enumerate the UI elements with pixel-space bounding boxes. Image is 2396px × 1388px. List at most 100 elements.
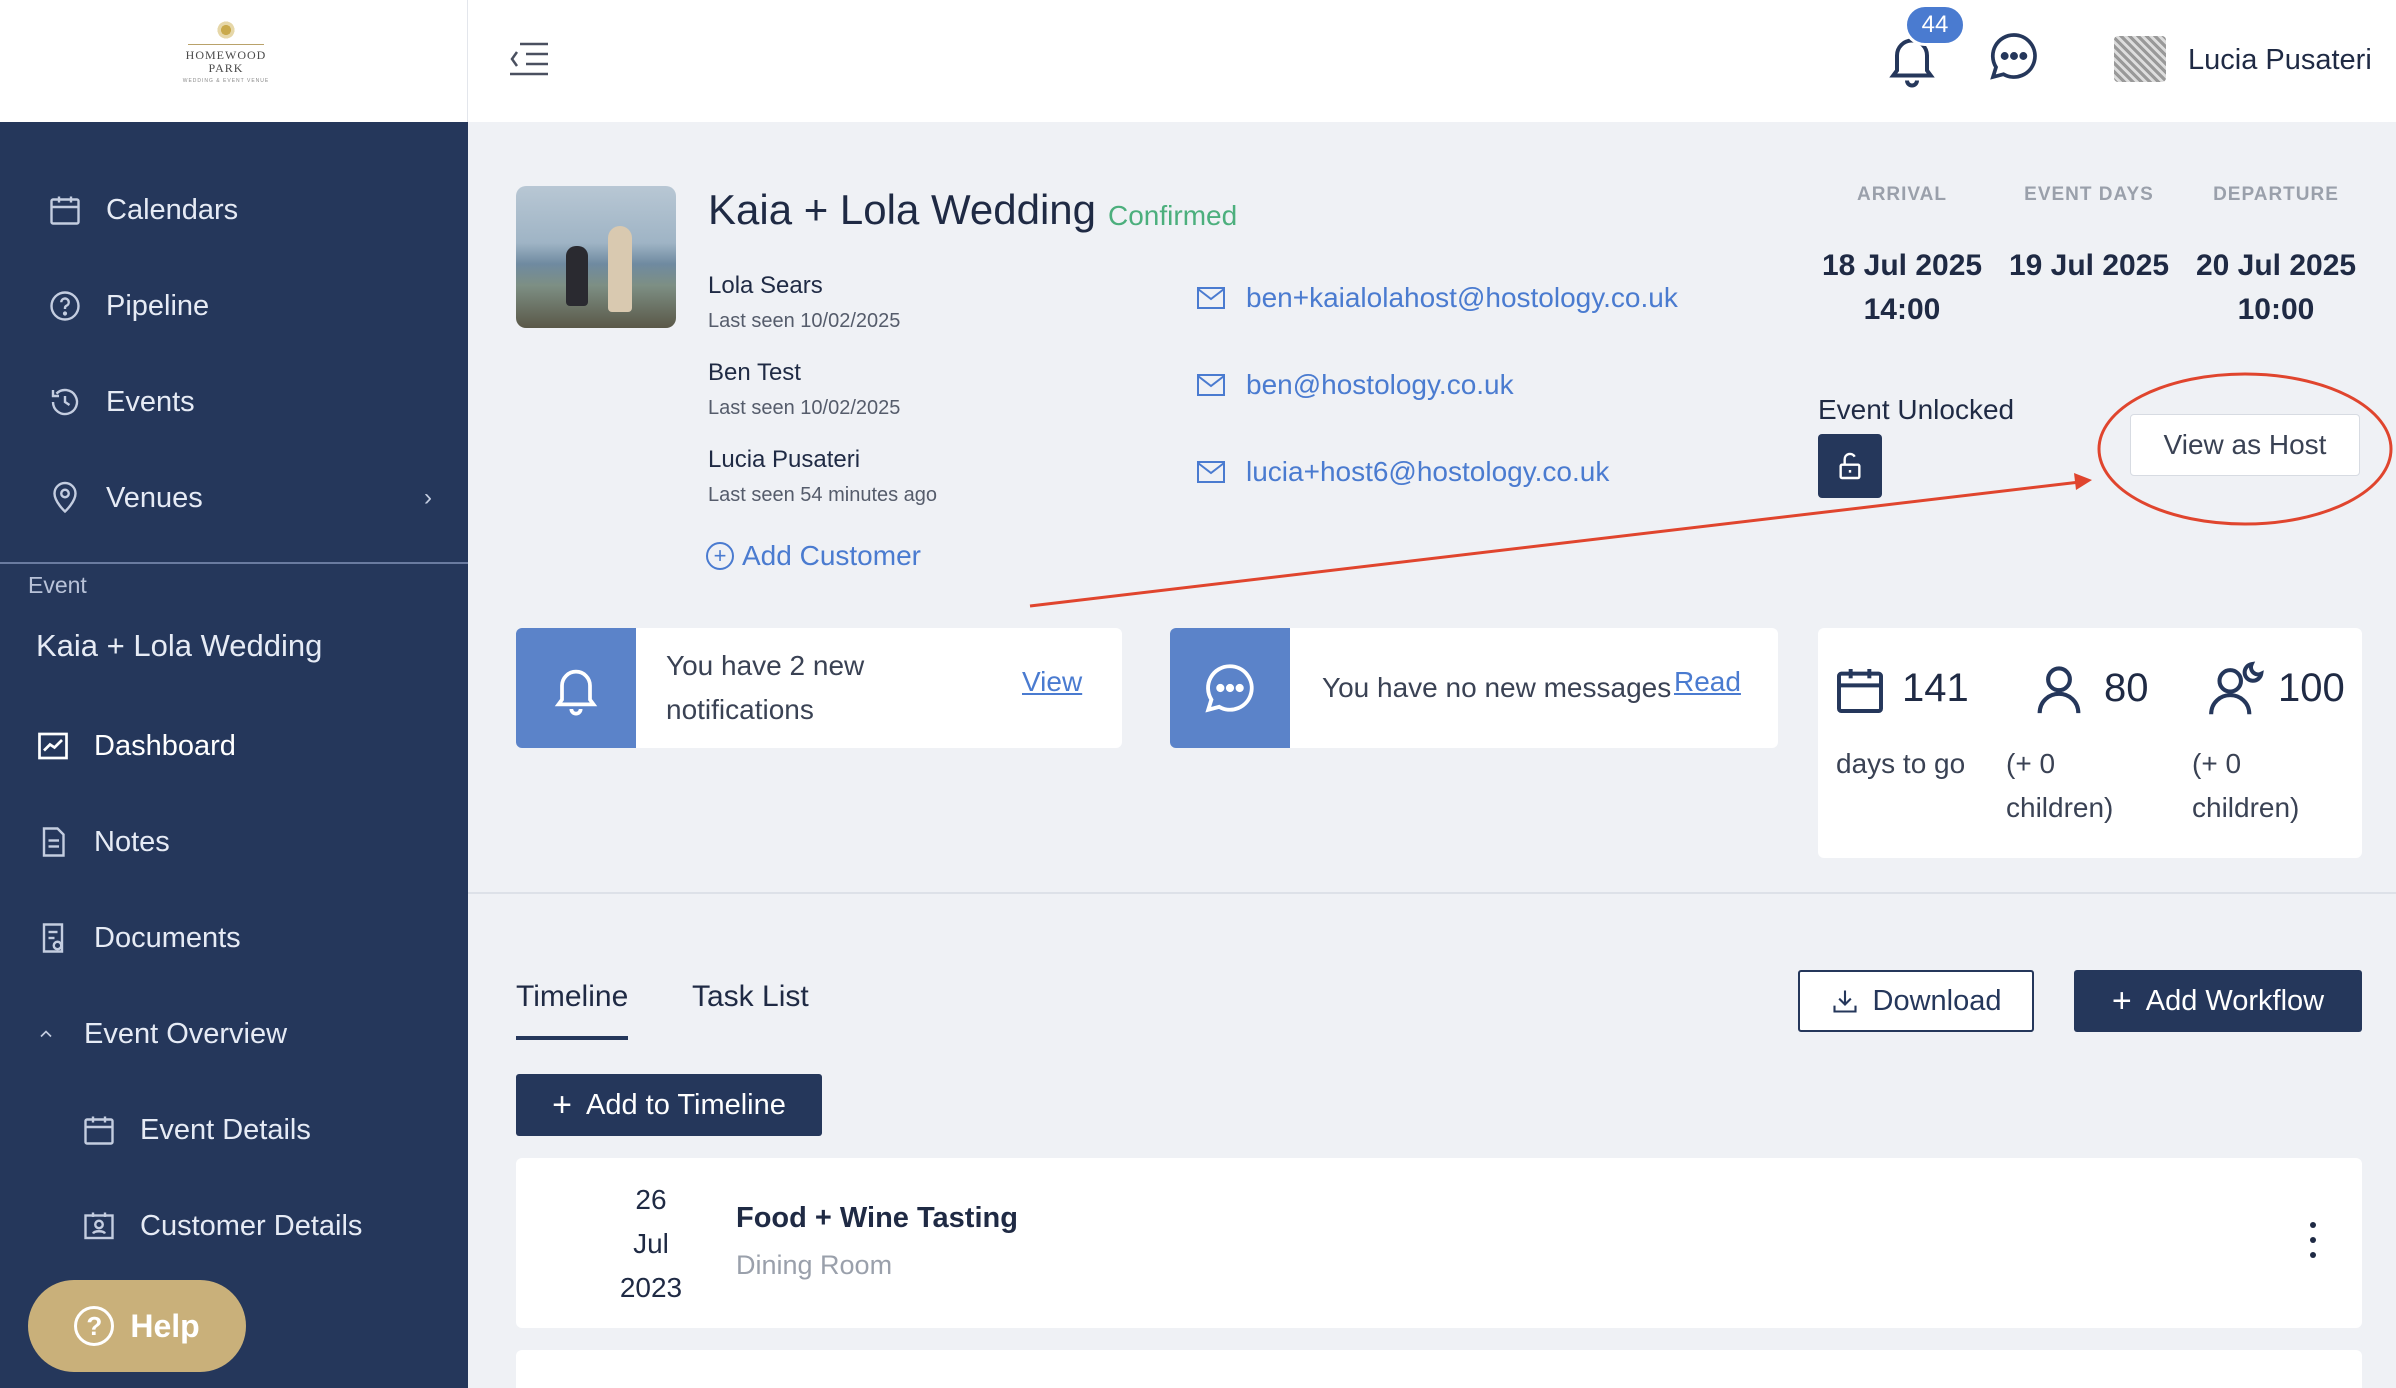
email-text: ben+kaialolahost@hostology.co.uk <box>1246 282 1678 313</box>
sidebar-divider <box>0 562 468 564</box>
sidebar-item-calendars[interactable]: Calendars <box>0 162 468 258</box>
sidebar-item-documents[interactable]: Documents <box>0 890 468 986</box>
sidebar-event-name[interactable]: Kaia + Lola Wedding <box>36 628 322 664</box>
customer-email-link[interactable]: ben+kaialolahost@hostology.co.uk <box>1196 282 1678 314</box>
chat-icon <box>1170 628 1290 748</box>
note-icon <box>34 823 72 861</box>
add-customer-button[interactable]: + Add Customer <box>706 540 921 572</box>
calendar-icon <box>80 1111 118 1149</box>
mail-icon <box>1197 287 1225 309</box>
notifications-text: You have 2 new notifications <box>666 650 865 725</box>
view-notifications-link[interactable]: View <box>1022 666 1082 698</box>
more-options-icon[interactable] <box>2308 1222 2318 1266</box>
messages-text: You have no new messages <box>1322 672 1672 703</box>
active-tab-indicator <box>516 1036 628 1040</box>
overnight-label: (+ 0 children) <box>2192 748 2300 823</box>
timeline-row[interactable]: 26 Jul 2023 Food + Wine Tasting Dining R… <box>516 1158 2362 1328</box>
notifications-card: You have 2 new notifications View <box>516 628 1122 748</box>
customer-email-link[interactable]: lucia+host6@hostology.co.uk <box>1196 456 1609 488</box>
tab-timeline[interactable]: Timeline <box>516 980 628 1014</box>
event-photo <box>516 186 676 328</box>
question-icon: ? <box>74 1306 115 1346</box>
calendar-icon <box>46 191 84 229</box>
sidebar-item-event-overview[interactable]: Event Overview <box>0 986 468 1082</box>
departure-time: 10:00 <box>2237 293 2315 326</box>
chat-icon[interactable] <box>1986 28 2042 84</box>
sidebar-item-label: Documents <box>94 921 241 954</box>
sidebar-item-venues[interactable]: Venues › <box>0 450 468 546</box>
sidebar-item-label: Venues <box>106 481 203 514</box>
sidebar-item-label: Dashboard <box>94 729 236 762</box>
logo-sub: WEDDING & EVENT VENUE <box>182 78 270 84</box>
timeline-location: Dining Room <box>736 1250 893 1280</box>
sidebar-item-pipeline[interactable]: Pipeline <box>0 258 468 354</box>
user-name[interactable]: Lucia Pusateri <box>2188 44 2372 77</box>
lock-toggle-button[interactable] <box>1818 434 1882 498</box>
customer-name: Lucia Pusateri <box>708 446 861 473</box>
menu-collapse-icon[interactable] <box>508 40 550 76</box>
arrival-heading: ARRIVAL <box>1856 184 1948 205</box>
arrival-value: 18 Jul 2025 14:00 <box>1802 244 2002 332</box>
mail-icon <box>1197 374 1225 396</box>
unlock-icon <box>1839 452 1861 480</box>
customer-last-seen: Last seen 10/02/2025 <box>708 310 901 332</box>
event-unlocked-label: Event Unlocked <box>1818 394 2015 425</box>
download-button[interactable]: Download <box>1798 970 2034 1032</box>
event-days-heading: EVENT DAYS <box>2024 184 2154 205</box>
sidebar-item-dashboard[interactable]: Dashboard <box>0 698 468 794</box>
customer-last-seen: Last seen 54 minutes ago <box>708 484 938 506</box>
departure-date: 20 Jul 2025 <box>2195 249 2357 282</box>
plus-icon: + <box>2111 982 2132 1020</box>
departure-value: 20 Jul 2025 10:00 <box>2176 244 2376 332</box>
overnight-value: 100 <box>2278 666 2345 710</box>
chart-icon <box>34 727 72 765</box>
help-button[interactable]: ? Help <box>28 1280 246 1372</box>
question-circle-icon <box>46 287 84 325</box>
read-messages-link[interactable]: Read <box>1674 666 1741 698</box>
location-pin-icon <box>46 479 84 517</box>
logo-line2: PARK <box>208 61 244 75</box>
add-customer-label: Add Customer <box>742 540 921 571</box>
notification-count-badge[interactable]: 44 <box>1904 4 1966 46</box>
add-to-timeline-button[interactable]: + Add to Timeline <box>516 1074 822 1136</box>
customer-last-seen: Last seen 10/02/2025 <box>708 397 901 419</box>
venue-logo[interactable]: HOMEWOOD PARK WEDDING & EVENT VENUE <box>178 20 274 96</box>
download-icon <box>1832 990 1857 1013</box>
timeline-row[interactable] <box>516 1350 2362 1388</box>
messages-card: You have no new messages Read <box>1170 628 1778 748</box>
mail-icon <box>1197 461 1225 483</box>
customer-name: Lola Sears <box>708 272 823 299</box>
view-as-host-button[interactable]: View as Host <box>2130 414 2360 476</box>
email-text: ben@hostology.co.uk <box>1246 369 1514 400</box>
arrival-time: 14:00 <box>1863 293 1941 326</box>
sidebar-item-customer-details[interactable]: Customer Details <box>0 1178 468 1274</box>
event-days-value: 19 Jul 2025 <box>1989 244 2189 288</box>
avatar[interactable] <box>2114 36 2166 82</box>
guests-label: (+ 0 children) <box>2006 748 2114 823</box>
contact-card-icon <box>80 1207 118 1245</box>
overnight-guest-icon <box>2209 661 2264 715</box>
calendar-icon <box>1837 669 1883 713</box>
add-workflow-button[interactable]: + Add Workflow <box>2074 970 2362 1032</box>
departure-heading: DEPARTURE <box>2213 184 2339 205</box>
section-label: Event <box>28 572 87 598</box>
sidebar-item-notes[interactable]: Notes <box>0 794 468 890</box>
email-text: lucia+host6@hostology.co.uk <box>1246 456 1610 487</box>
plus-icon: + <box>552 1086 572 1124</box>
guests-value: 80 <box>2104 666 2149 710</box>
person-icon <box>2037 666 2081 714</box>
document-icon <box>34 919 72 957</box>
download-label: Download <box>1872 984 2002 1017</box>
sidebar-item-event-details[interactable]: Event Details <box>0 1082 468 1178</box>
sidebar-item-events[interactable]: Events <box>0 354 468 450</box>
sidebar-item-label: Pipeline <box>106 289 210 322</box>
tab-task-list[interactable]: Task List <box>692 980 809 1014</box>
customer-email-link[interactable]: ben@hostology.co.uk <box>1196 369 1514 401</box>
stats-card: 141 days to go 80 (+ 0 children) 100 (+ … <box>1818 628 2362 858</box>
status-badge: Confirmed <box>1108 200 1238 231</box>
history-icon <box>46 383 84 421</box>
arrival-date: 18 Jul 2025 <box>1821 249 1983 282</box>
sidebar-item-label: Calendars <box>106 193 239 226</box>
event-days-date: 19 Jul 2025 <box>2008 249 2170 282</box>
customer-name: Ben Test <box>708 359 801 386</box>
